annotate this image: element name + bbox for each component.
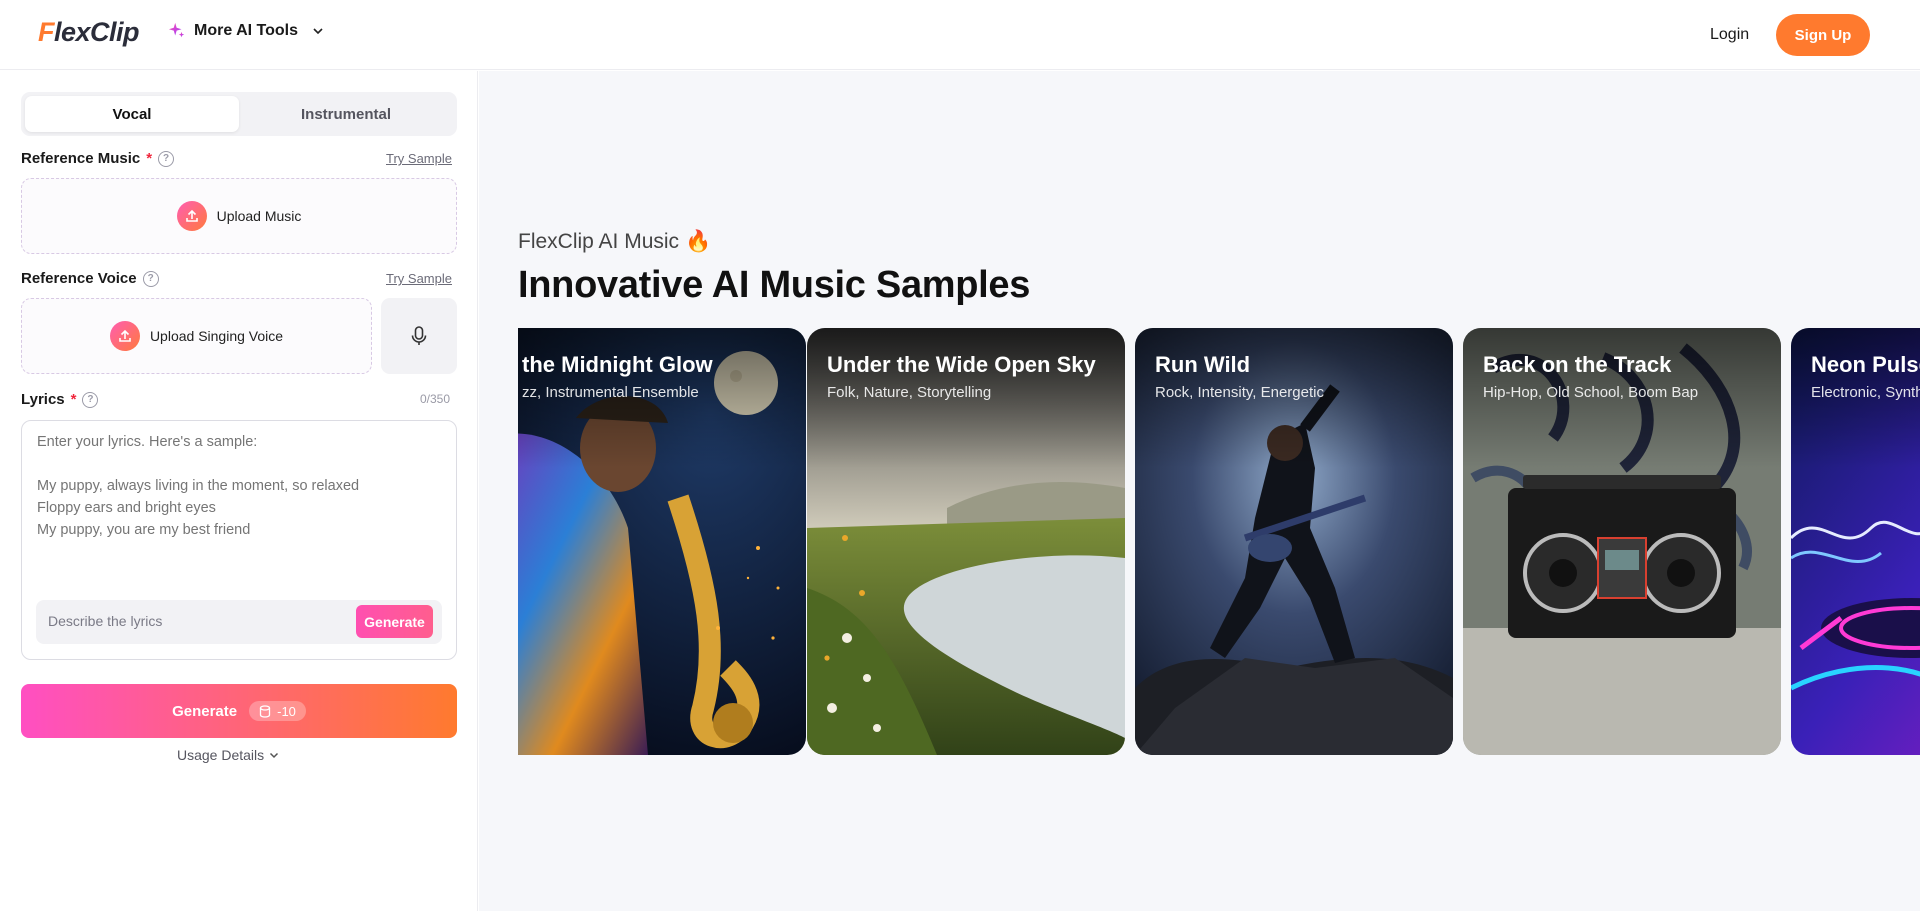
sample-card-midnight-glow[interactable]: the Midnight Glow zz, Instrumental Ensem… xyxy=(518,328,806,755)
card-title: Under the Wide Open Sky xyxy=(827,352,1096,377)
signup-button[interactable]: Sign Up xyxy=(1776,14,1870,56)
card-subtitle: Rock, Intensity, Energetic xyxy=(1155,384,1324,401)
section-eyebrow: FlexClip AI Music 🔥 xyxy=(518,230,711,254)
try-sample-voice-link[interactable]: Try Sample xyxy=(386,271,452,286)
flexclip-logo[interactable]: FlexClip xyxy=(38,17,140,48)
record-voice-button[interactable] xyxy=(381,298,457,374)
credit-cost-badge: -10 xyxy=(249,701,306,721)
generate-music-label: Generate xyxy=(172,702,238,720)
tab-vocal[interactable]: Vocal xyxy=(25,96,239,132)
top-header: FlexClip More AI Tools Login Sign Up xyxy=(0,0,1920,70)
eyebrow-text: FlexClip AI Music xyxy=(518,230,680,253)
lyrics-input[interactable] xyxy=(37,431,441,581)
sparkle-icon xyxy=(168,22,185,38)
card-subtitle: zz, Instrumental Ensemble xyxy=(522,384,699,401)
help-icon[interactable]: ? xyxy=(82,391,99,408)
help-icon[interactable]: ? xyxy=(158,150,175,167)
card-subtitle: Folk, Nature, Storytelling xyxy=(827,384,992,401)
help-icon[interactable]: ? xyxy=(142,270,159,287)
upload-icon xyxy=(109,321,140,351)
upload-music-label: Upload Music xyxy=(216,208,302,224)
required-mark: * xyxy=(146,150,153,167)
sample-card-back-on-track[interactable]: Back on the Track Hip-Hop, Old School, B… xyxy=(1463,328,1781,755)
usage-details-toggle[interactable]: Usage Details xyxy=(177,747,280,763)
lyrics-editor: Describe the lyrics Generate xyxy=(21,420,457,660)
describe-lyrics-input[interactable]: Describe the lyrics xyxy=(48,613,162,629)
try-sample-music-link[interactable]: Try Sample xyxy=(386,151,452,166)
page-title: Innovative AI Music Samples xyxy=(518,264,1031,306)
mode-tabs: Vocal Instrumental xyxy=(21,92,457,136)
card-title: the Midnight Glow xyxy=(522,352,713,377)
sample-card-wide-open-sky[interactable]: Under the Wide Open Sky Folk, Nature, St… xyxy=(807,328,1125,755)
lyrics-label-text: Lyrics xyxy=(21,391,65,408)
card-title: Neon Pulse xyxy=(1811,352,1920,377)
card-title: Back on the Track xyxy=(1483,352,1672,377)
generate-lyrics-button[interactable]: Generate xyxy=(356,605,433,638)
upload-voice-label: Upload Singing Voice xyxy=(149,328,284,344)
upload-music-dropzone[interactable]: Upload Music xyxy=(21,178,457,254)
chevron-down-icon xyxy=(270,752,279,759)
reference-music-label-text: Reference Music xyxy=(21,150,141,167)
describe-lyrics-bar: Describe the lyrics Generate xyxy=(36,600,442,644)
reference-voice-label: Reference Voice ? xyxy=(21,270,159,287)
sample-card-neon-pulse[interactable]: Neon Pulse Electronic, Synth xyxy=(1791,328,1920,755)
credit-coin-icon xyxy=(259,704,271,718)
more-ai-tools-label: More AI Tools xyxy=(194,22,298,39)
credit-cost-value: -10 xyxy=(277,703,296,719)
card-subtitle: Electronic, Synth xyxy=(1811,384,1920,401)
sample-card-run-wild[interactable]: Run Wild Rock, Intensity, Energetic xyxy=(1135,328,1453,755)
lyrics-char-counter: 0/350 xyxy=(420,392,451,406)
tab-instrumental[interactable]: Instrumental xyxy=(239,96,453,132)
reference-music-label: Reference Music * ? xyxy=(21,150,175,167)
samples-showcase: FlexClip AI Music 🔥 Innovative AI Music … xyxy=(479,71,1920,911)
logo-text: lexClip xyxy=(54,17,140,47)
generate-music-button[interactable]: Generate -10 xyxy=(21,684,457,738)
reference-voice-label-text: Reference Voice xyxy=(21,270,137,287)
more-ai-tools-menu[interactable]: More AI Tools xyxy=(168,22,324,40)
login-button[interactable]: Login xyxy=(1690,14,1769,56)
card-title: Run Wild xyxy=(1155,352,1251,377)
microphone-icon xyxy=(411,326,427,345)
lyrics-label: Lyrics * ? xyxy=(21,391,99,408)
sample-carousel[interactable]: the Midnight Glow zz, Instrumental Ensem… xyxy=(518,328,1920,755)
usage-details-label: Usage Details xyxy=(177,747,265,763)
music-settings-panel: Vocal Instrumental Reference Music * ? T… xyxy=(0,71,478,911)
chevron-down-icon xyxy=(313,28,323,35)
logo-mark: F xyxy=(38,17,55,47)
fire-icon: 🔥 xyxy=(685,230,712,253)
upload-voice-dropzone[interactable]: Upload Singing Voice xyxy=(21,298,372,374)
card-subtitle: Hip-Hop, Old School, Boom Bap xyxy=(1483,384,1699,401)
required-mark: * xyxy=(70,391,77,408)
upload-icon xyxy=(176,201,207,231)
